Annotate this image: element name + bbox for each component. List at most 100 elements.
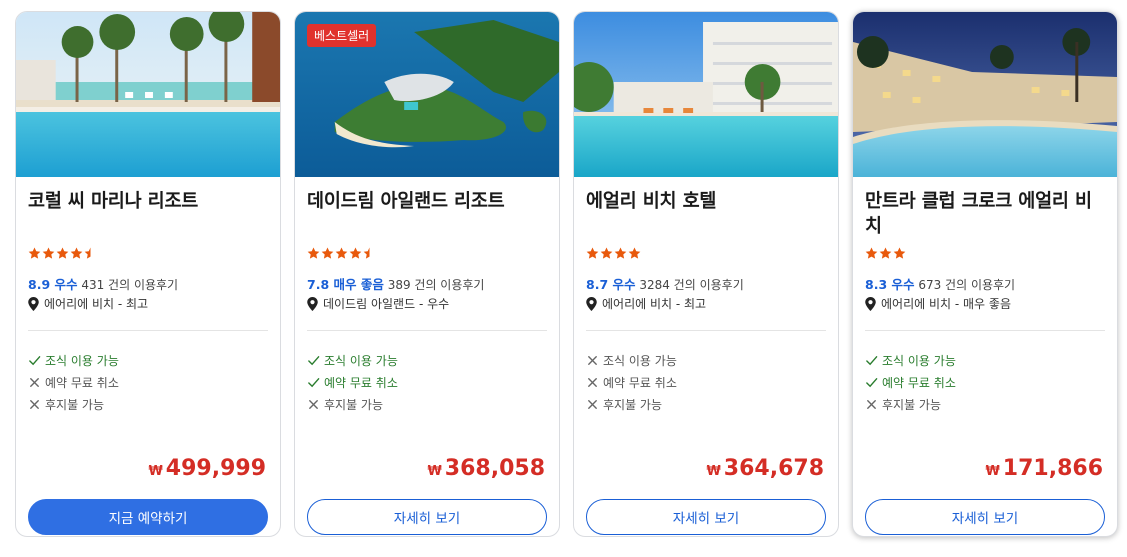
star-icon: [28, 247, 41, 259]
check-icon: [866, 378, 878, 388]
view-details-button[interactable]: 자세히 보기: [865, 499, 1105, 535]
feature-item: 조식 이용 가능: [28, 352, 119, 369]
feature-label: 조식 이용 가능: [882, 354, 956, 368]
review-score: 8.7 우수: [586, 277, 636, 292]
hotel-name[interactable]: 만트라 클럽 크로크 에얼리 비치: [865, 189, 1105, 239]
x-icon: [867, 400, 876, 409]
price: ₩368,058: [427, 456, 545, 481]
hotel-photo[interactable]: [16, 12, 280, 177]
star-rating: [307, 247, 376, 261]
location: 에어리에 비치 - 최고: [28, 295, 148, 312]
hotel-name[interactable]: 에얼리 비치 호텔: [586, 189, 826, 214]
hotel-photo[interactable]: [574, 12, 838, 177]
feature-item: 예약 무료 취소: [28, 374, 119, 391]
star-icon: [56, 247, 69, 259]
star-icon: [879, 247, 892, 259]
location-label: 데이드림 아일랜드 - 우수: [323, 297, 450, 311]
hotel-card[interactable]: 코럴 씨 마리나 리조트 8.9 우수 431 건의 이용후기 에어리에 비치 …: [15, 11, 281, 537]
review-summary: 7.8 매우 좋음 389 건의 이용후기: [307, 274, 484, 293]
review-score: 8.3 우수: [865, 277, 915, 292]
feature-label: 예약 무료 취소: [882, 376, 956, 390]
view-details-button[interactable]: 자세히 보기: [586, 499, 826, 535]
feature-label: 예약 무료 취소: [324, 376, 398, 390]
feature-item: 후지불 가능: [28, 396, 104, 413]
feature-item: 예약 무료 취소: [865, 374, 956, 391]
x-icon: [30, 378, 39, 387]
location: 에어리에 비치 - 매우 좋음: [865, 295, 1011, 312]
divider: [28, 330, 268, 331]
book-now-button[interactable]: 지금 예약하기: [28, 499, 268, 535]
feature-item: 후지불 가능: [865, 396, 941, 413]
location-label: 에어리에 비치 - 최고: [602, 297, 707, 311]
star-icon: [335, 247, 348, 259]
review-summary: 8.7 우수 3284 건의 이용후기: [586, 274, 744, 293]
currency-symbol: ₩: [427, 464, 442, 479]
price-value: 499,999: [165, 456, 266, 481]
hotel-name[interactable]: 코럴 씨 마리나 리조트: [28, 189, 268, 214]
feature-label: 후지불 가능: [603, 398, 663, 412]
star-icon: [865, 247, 878, 259]
price: ₩171,866: [985, 456, 1103, 481]
star-rating: [865, 247, 906, 261]
divider: [586, 330, 826, 331]
price-value: 364,678: [723, 456, 824, 481]
star-icon: [628, 247, 641, 259]
divider: [865, 330, 1105, 331]
price: ₩364,678: [706, 456, 824, 481]
check-icon: [308, 356, 320, 366]
feature-item: 예약 무료 취소: [586, 374, 677, 391]
currency-symbol: ₩: [985, 464, 1000, 479]
location-pin-icon: [586, 296, 597, 311]
feature-item: 조식 이용 가능: [586, 352, 677, 369]
feature-label: 조식 이용 가능: [603, 354, 677, 368]
x-icon: [588, 378, 597, 387]
bestseller-badge: 베스트셀러: [307, 24, 377, 47]
price-value: 368,058: [444, 456, 545, 481]
hotel-name[interactable]: 데이드림 아일랜드 리조트: [307, 189, 547, 214]
review-count: 389 건의 이용후기: [387, 278, 485, 292]
feature-item: 후지불 가능: [586, 396, 662, 413]
star-icon: [614, 247, 627, 259]
review-count: 3284 건의 이용후기: [639, 278, 744, 292]
feature-item: 예약 무료 취소: [307, 374, 398, 391]
view-details-button[interactable]: 자세히 보기: [307, 499, 547, 535]
x-icon: [588, 356, 597, 365]
x-icon: [309, 400, 318, 409]
location: 데이드림 아일랜드 - 우수: [307, 295, 449, 312]
hotel-photo[interactable]: 베스트셀러: [295, 12, 559, 177]
review-score: 7.8 매우 좋음: [307, 277, 384, 292]
star-icon: [307, 247, 320, 259]
x-icon: [30, 400, 39, 409]
hotel-card[interactable]: 베스트셀러 데이드림 아일랜드 리조트 7.8 매우 좋음 389 건의 이용후…: [294, 11, 560, 537]
hotel-card-list: 코럴 씨 마리나 리조트 8.9 우수 431 건의 이용후기 에어리에 비치 …: [15, 11, 1118, 537]
feature-item: 조식 이용 가능: [865, 352, 956, 369]
star-icon: [586, 247, 599, 259]
check-icon: [308, 378, 320, 388]
feature-label: 예약 무료 취소: [603, 376, 677, 390]
feature-item: 후지불 가능: [307, 396, 383, 413]
star-icon: [893, 247, 906, 259]
x-icon: [588, 400, 597, 409]
review-count: 431 건의 이용후기: [81, 278, 179, 292]
review-score: 8.9 우수: [28, 277, 78, 292]
review-summary: 8.9 우수 431 건의 이용후기: [28, 274, 178, 293]
feature-label: 조식 이용 가능: [45, 354, 119, 368]
star-icon: [600, 247, 613, 259]
location: 에어리에 비치 - 최고: [586, 295, 706, 312]
star-half-icon: [363, 247, 370, 259]
currency-symbol: ₩: [706, 464, 721, 479]
check-icon: [866, 356, 878, 366]
location-pin-icon: [307, 296, 318, 311]
star-rating: [586, 247, 641, 261]
review-count: 673 건의 이용후기: [918, 278, 1016, 292]
feature-label: 예약 무료 취소: [45, 376, 119, 390]
star-half-icon: [84, 247, 91, 259]
feature-label: 후지불 가능: [45, 398, 105, 412]
hotel-photo[interactable]: [853, 12, 1117, 177]
currency-symbol: ₩: [148, 464, 163, 479]
hotel-card[interactable]: 에얼리 비치 호텔 8.7 우수 3284 건의 이용후기 에어리에 비치 - …: [573, 11, 839, 537]
feature-label: 후지불 가능: [324, 398, 384, 412]
feature-label: 조식 이용 가능: [324, 354, 398, 368]
hotel-card[interactable]: 만트라 클럽 크로크 에얼리 비치 8.3 우수 673 건의 이용후기 에어리…: [852, 11, 1118, 537]
location-label: 에어리에 비치 - 최고: [44, 297, 149, 311]
